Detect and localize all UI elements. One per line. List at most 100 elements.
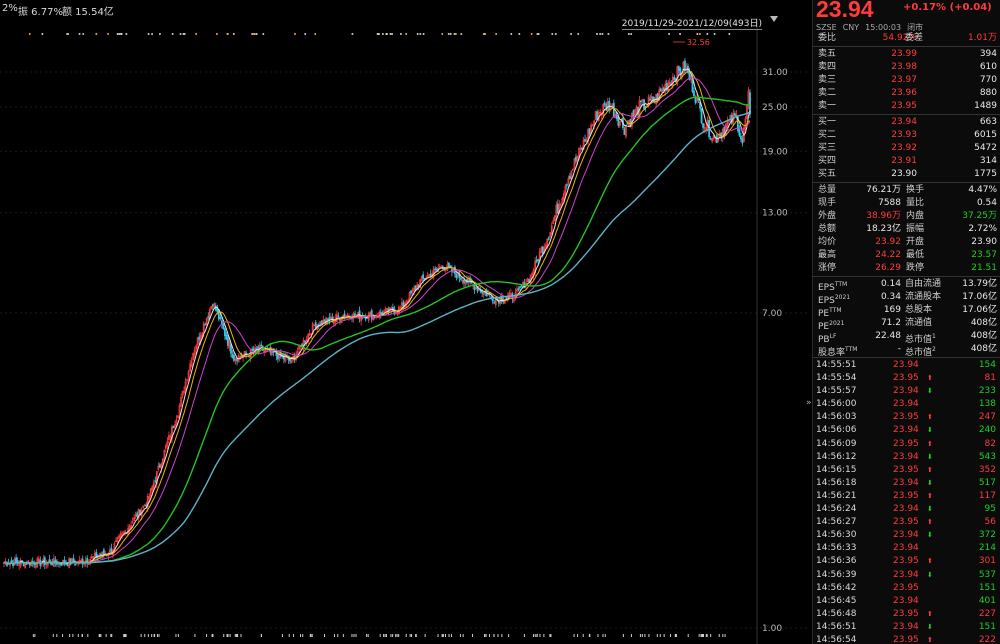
event-marker-bottom xyxy=(124,634,126,637)
ask-row[interactable]: 卖五 23.99 394 xyxy=(813,48,1000,61)
bid-row[interactable]: 买二 23.93 6015 xyxy=(813,129,1000,142)
tick-price: 23.95 xyxy=(893,438,919,449)
candle-body xyxy=(617,117,620,126)
level-price: 23.99 xyxy=(891,49,917,59)
ratio-label: 委比 xyxy=(818,33,837,43)
bid-row[interactable]: 买五 23.90 1775 xyxy=(813,168,1000,181)
market-status: 闭市 xyxy=(907,23,924,32)
stat-label: 跌停 xyxy=(906,263,925,273)
candle-body xyxy=(608,100,611,110)
bid-row[interactable]: 买四 23.91 314 xyxy=(813,155,1000,168)
bid-row[interactable]: 买一 23.94 663 xyxy=(813,116,1000,129)
event-marker xyxy=(405,33,408,35)
event-marker-bottom xyxy=(52,634,54,637)
level-label: 买五 xyxy=(818,169,837,179)
tick-row: 14:56:54 23.95 ⬆ 222 xyxy=(813,634,1000,644)
event-marker-bottom xyxy=(125,634,127,637)
event-marker-bottom xyxy=(384,634,386,637)
tick-row: 14:56:36 23.95 ⬆ 301 xyxy=(813,555,1000,568)
candle-body xyxy=(528,279,530,282)
event-marker-bottom xyxy=(100,634,102,637)
event-marker xyxy=(706,33,709,35)
stat-label: 均价 xyxy=(818,237,837,247)
event-marker xyxy=(570,33,573,35)
y-axis-tick-label: 25.00 xyxy=(762,103,788,113)
candle-body xyxy=(245,352,248,355)
quote-time: 15:00:03 xyxy=(865,23,902,32)
event-marker-bottom xyxy=(582,634,584,637)
kline-chart[interactable]: 31.00 25.00 19.00 13.00 7.00 1.00 32.56 xyxy=(0,0,808,644)
tick-time: 14:56:42 xyxy=(816,582,857,593)
event-marker xyxy=(696,33,699,35)
fund-label-sup: TTM xyxy=(829,307,842,314)
candle-body xyxy=(207,316,210,318)
candle-body xyxy=(304,340,307,343)
date-range-selector[interactable]: 2019/11/29-2021/12/09(493日) xyxy=(621,16,762,30)
event-marker xyxy=(518,33,521,35)
diff-label: 委差 xyxy=(905,33,924,43)
y-axis-tick-label: 19.00 xyxy=(762,147,788,157)
event-marker xyxy=(253,33,256,35)
event-marker xyxy=(449,33,452,35)
candle-body xyxy=(402,302,405,307)
event-marker-bottom xyxy=(234,634,236,637)
tick-row: 14:56:09 23.95 ⬆ 82 xyxy=(813,438,1000,451)
event-marker xyxy=(304,33,307,35)
event-marker-bottom xyxy=(379,634,381,637)
level-label: 买二 xyxy=(818,130,837,140)
kline-chart-pane[interactable]: 2% 振 6.77% 额 15.54亿 31.00 25.00 19.00 13.00… xyxy=(0,0,812,644)
event-marker-bottom xyxy=(675,634,677,637)
ask-row[interactable]: 卖二 23.96 880 xyxy=(813,87,1000,100)
ask-row[interactable]: 卖三 23.97 770 xyxy=(813,74,1000,87)
event-marker-bottom xyxy=(702,634,704,637)
event-marker-bottom xyxy=(539,634,541,637)
last-price: 23.94 xyxy=(816,0,874,22)
collapse-panel-icon[interactable]: » xyxy=(806,398,812,408)
event-marker-bottom xyxy=(508,634,510,637)
tick-list[interactable]: 14:55:51 23.94 154 14:55:54 23.95 ⬆ 81 14:55:57… xyxy=(813,359,1000,644)
event-marker xyxy=(386,33,389,35)
event-marker-bottom xyxy=(641,634,643,637)
stat-value: 23.92 xyxy=(875,237,901,247)
tick-volume: 372 xyxy=(978,530,996,541)
event-marker xyxy=(495,33,498,35)
tick-volume: 537 xyxy=(978,569,996,580)
bid-row[interactable]: 买三 23.92 5472 xyxy=(813,142,1000,155)
ask-row[interactable]: 卖四 23.98 610 xyxy=(813,61,1000,74)
arrow-up-icon: ⬆ xyxy=(927,635,933,644)
dropdown-arrow-icon[interactable] xyxy=(770,16,778,22)
tick-price: 23.95 xyxy=(893,517,919,528)
level-volume: 314 xyxy=(979,156,997,166)
stat-row: 外盘 38.96万 内盘 37.25万 xyxy=(813,210,1000,223)
tick-row: 14:56:15 23.95 ⬆ 352 xyxy=(813,464,1000,477)
level-price: 23.98 xyxy=(891,62,917,72)
tick-volume: 543 xyxy=(978,451,996,462)
ask-row[interactable]: 卖一 23.95 1489 xyxy=(813,100,1000,113)
tick-time: 14:56:24 xyxy=(816,504,857,515)
event-marker-bottom xyxy=(144,634,146,637)
arrow-up-icon: ⬆ xyxy=(927,465,933,474)
event-marker-bottom xyxy=(687,634,689,637)
tick-time: 14:55:57 xyxy=(816,386,857,397)
event-marker-bottom xyxy=(177,634,179,637)
event-marker-bottom xyxy=(405,634,407,637)
level-price: 23.96 xyxy=(891,88,917,98)
candle-body xyxy=(222,322,225,330)
tick-price: 23.94 xyxy=(893,621,919,632)
level-volume: 5472 xyxy=(974,143,997,153)
tick-price: 23.94 xyxy=(893,399,919,410)
tick-time: 14:56:21 xyxy=(816,490,857,501)
tick-time: 14:56:12 xyxy=(816,451,857,462)
stat-label: 换手 xyxy=(906,185,925,195)
event-marker-bottom xyxy=(355,634,357,637)
candle-body xyxy=(314,322,317,329)
candle-body xyxy=(626,123,629,125)
tick-row: 14:56:42 23.95 151 xyxy=(813,582,1000,595)
tick-volume: 352 xyxy=(978,464,996,475)
event-marker xyxy=(399,33,402,35)
event-marker xyxy=(251,33,254,35)
event-marker xyxy=(179,33,182,35)
tick-volume: 117 xyxy=(978,490,996,501)
exchange-code: SZSE xyxy=(816,23,837,32)
candle-body xyxy=(102,549,105,555)
